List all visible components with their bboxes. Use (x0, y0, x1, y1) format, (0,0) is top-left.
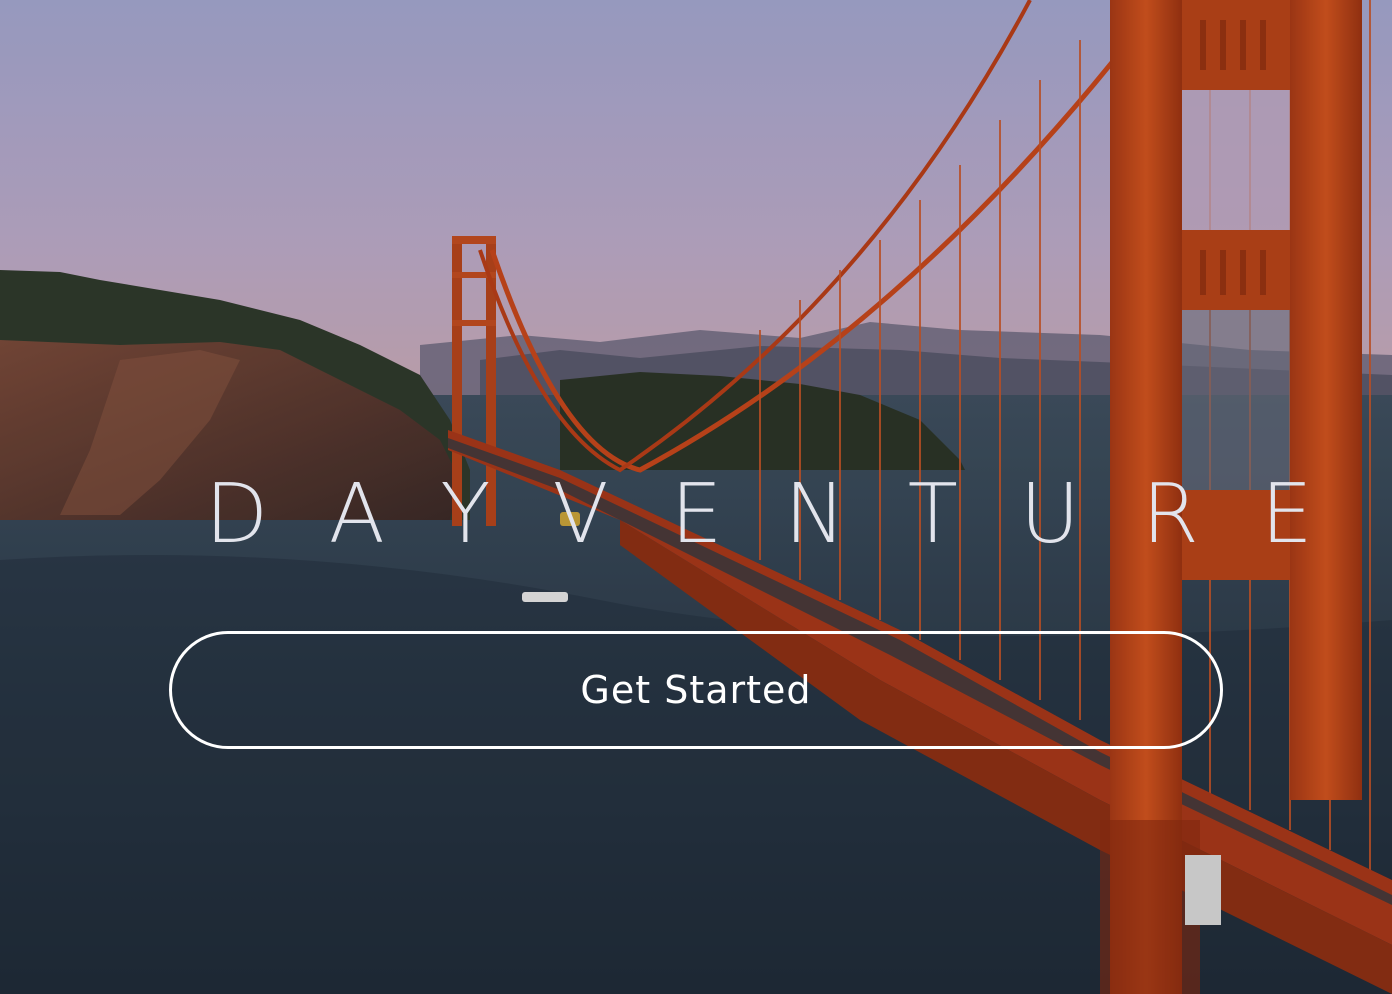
brand-title: DAYVENTURE (205, 467, 1375, 562)
get-started-button[interactable]: Get Started (169, 631, 1223, 749)
landing-screen: DAYVENTURE Get Started (0, 0, 1392, 994)
